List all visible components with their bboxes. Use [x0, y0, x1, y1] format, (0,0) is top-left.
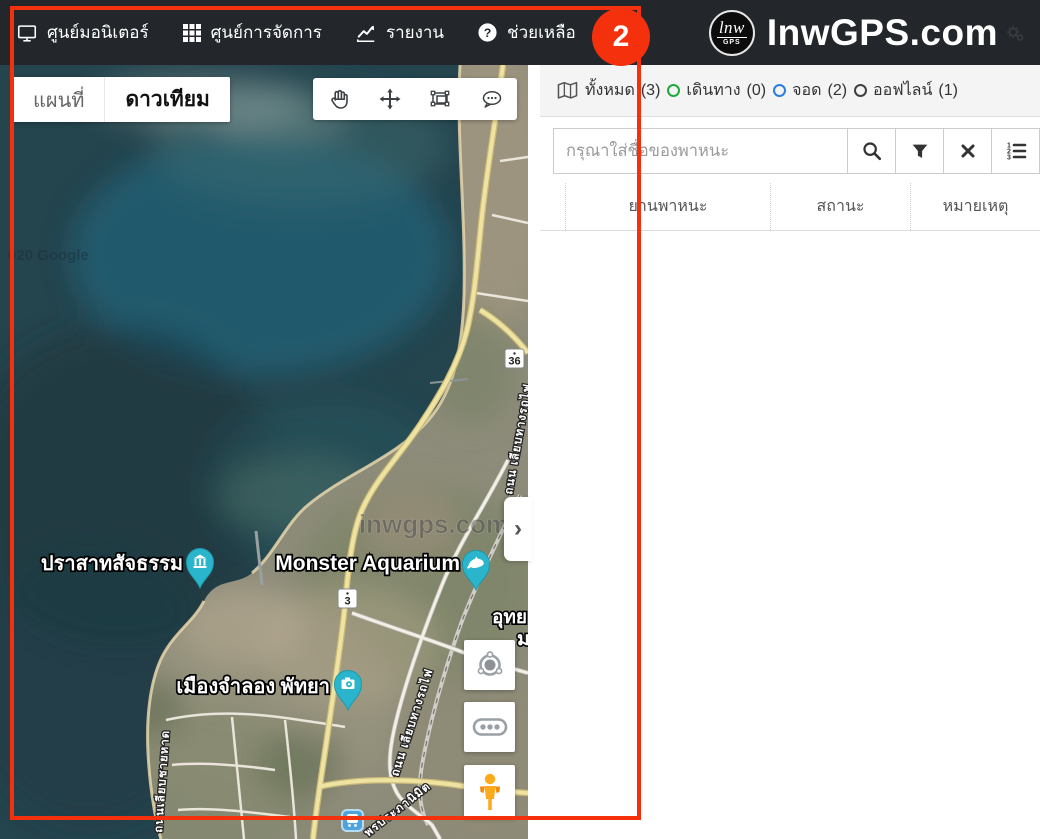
rect-select-tool-button[interactable] — [419, 79, 463, 119]
logo-text: lnw — [717, 19, 747, 38]
pan-tool-button[interactable] — [317, 79, 361, 119]
svg-text:36: 36 — [508, 356, 520, 368]
map-type-switcher: แผนที่ ดาวเทียม — [13, 77, 230, 122]
google-watermark: 020 Google — [8, 247, 89, 264]
filter-count: (1) — [938, 82, 958, 100]
filter-label: ทั้งหมด — [585, 78, 635, 103]
nav-help[interactable]: ? ช่วยเหลือ — [477, 19, 576, 46]
map-pin-label: Monster Aquarium — [275, 552, 460, 575]
status-ring-moving — [667, 84, 680, 97]
nav-monitor-center[interactable]: ศูนย์มอนิเตอร์ — [16, 19, 149, 46]
nav-label: ศูนย์การจัดการ — [211, 19, 322, 46]
help-icon: ? — [477, 22, 498, 43]
filter-all[interactable]: ทั้งหมด (3) — [585, 78, 660, 103]
clear-button[interactable] — [944, 128, 992, 174]
app-window: ศูนย์มอนิเตอร์ ศูนย์การจัดการ รายงาน — [0, 0, 1040, 839]
streetview-coverage-button[interactable] — [464, 702, 515, 752]
nav-label: ศูนย์มอนิเตอร์ — [47, 19, 149, 46]
list-view-button[interactable]: 123 — [992, 128, 1040, 174]
transit-station-icon[interactable] — [342, 810, 363, 831]
map-type-satellite-button[interactable]: ดาวเทียม — [105, 77, 229, 122]
col-select — [540, 183, 565, 230]
locate-icon — [475, 650, 505, 680]
status-filter-bar: ทั้งหมด (3) เดินทาง (0) จอด (2) ออฟไลน์ … — [540, 65, 1040, 117]
pegman-button[interactable] — [464, 765, 515, 818]
col-status[interactable]: สถานะ — [770, 183, 910, 230]
hand-icon — [327, 87, 351, 111]
status-ring-parked — [773, 84, 786, 97]
filter-count: (0) — [747, 82, 767, 100]
grid-icon — [182, 23, 202, 43]
route-shield-3: 3 — [338, 589, 357, 608]
filter-count: (3) — [641, 82, 661, 100]
brand-name: InwGPS.com — [767, 12, 998, 54]
my-location-button[interactable] — [464, 640, 515, 690]
move-icon — [378, 87, 402, 111]
top-navbar: ศูนย์มอนิเตอร์ ศูนย์การจัดการ รายงาน — [0, 0, 1040, 65]
monitor-icon — [16, 22, 38, 44]
vehicle-search-bar: 123 — [553, 128, 1040, 174]
satellite-map: 020 Google inwgps.com ถนน เลียบทางรถไฟ ถ… — [0, 65, 528, 839]
svg-text:อุทย: อุทย — [492, 607, 527, 629]
map-pin-label: เมืองจำลอง พัทยา — [176, 675, 330, 698]
bell-icon — [603, 22, 624, 44]
vehicle-panel: ทั้งหมด (3) เดินทาง (0) จอด (2) ออฟไลน์ … — [540, 65, 1040, 839]
coverage-pill-icon — [472, 716, 508, 738]
nav-label: ช่วยเหลือ — [507, 19, 576, 46]
vehicle-table-header: ยานพาหนะ สถานะ หมายเหตุ — [540, 183, 1040, 231]
nav-reports[interactable]: รายงาน — [355, 19, 444, 46]
col-note[interactable]: หมายเหตุ — [910, 183, 1040, 230]
map-pin-label: ปราสาทสัจธรรม — [41, 553, 183, 575]
map-list-icon — [557, 81, 578, 100]
navbar-brand-area: lnw GPS InwGPS.com — [709, 10, 1026, 56]
nav-management-center[interactable]: ศูนย์การจัดการ — [182, 19, 322, 46]
map-canvas[interactable]: 020 Google inwgps.com ถนน เลียบทางรถไฟ ถ… — [0, 65, 528, 839]
pegman-icon — [476, 772, 504, 812]
map-toolbar — [313, 78, 517, 120]
gear-icon[interactable] — [1004, 22, 1026, 44]
svg-text:3: 3 — [1007, 155, 1011, 162]
nav-label: รายงาน — [386, 19, 444, 46]
filter-count: (2) — [827, 82, 847, 100]
vehicle-search-input[interactable] — [553, 128, 848, 174]
filter-parked[interactable]: จอด (2) — [773, 78, 847, 103]
filter-button[interactable] — [896, 128, 944, 174]
comment-icon — [479, 87, 505, 111]
move-tool-button[interactable] — [368, 79, 412, 119]
svg-text:?: ? — [484, 26, 492, 40]
filter-label: เดินทาง — [686, 78, 740, 103]
notifications-button[interactable] — [603, 22, 624, 44]
panel-expand-tab[interactable]: › — [504, 497, 532, 561]
search-icon — [861, 140, 883, 162]
comment-tool-button[interactable] — [470, 79, 514, 119]
svg-text:3: 3 — [344, 596, 350, 608]
chart-icon — [355, 22, 377, 44]
status-ring-offline — [854, 84, 867, 97]
rect-select-icon — [428, 87, 454, 111]
svg-text:ม: ม — [517, 629, 528, 650]
clear-x-icon — [958, 141, 978, 161]
route-shield-36: 36 — [505, 349, 524, 368]
site-watermark: inwgps.com — [359, 509, 509, 539]
funnel-icon — [909, 140, 931, 162]
filter-label: ออฟไลน์ — [873, 78, 932, 103]
brand-logo[interactable]: lnw GPS — [709, 10, 755, 56]
logo-subtext: GPS — [723, 39, 741, 46]
filter-label: จอด — [792, 78, 821, 103]
numbered-list-icon: 123 — [1004, 139, 1028, 163]
panel-divider — [528, 65, 540, 839]
filter-offline[interactable]: ออฟไลน์ (1) — [854, 78, 958, 103]
search-button[interactable] — [848, 128, 896, 174]
vehicle-table: ยานพาหนะ สถานะ หมายเหตุ — [540, 183, 1040, 231]
col-vehicle[interactable]: ยานพาหนะ — [565, 183, 770, 230]
filter-moving[interactable]: เดินทาง (0) — [667, 78, 766, 103]
map-type-map-button[interactable]: แผนที่ — [13, 77, 105, 122]
